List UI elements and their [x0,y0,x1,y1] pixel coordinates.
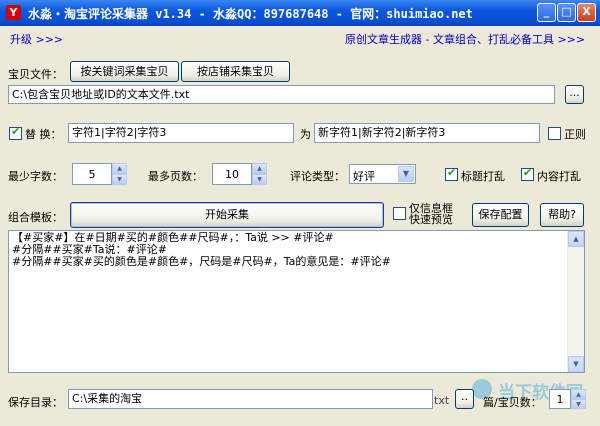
title-shuffle-label: 标题打乱 [461,170,505,183]
replace-from-input[interactable]: 字符1|字符2|字符3 [68,123,294,143]
comment-type-select[interactable]: 好评 ▼ [349,164,416,184]
upgrade-link[interactable]: 升级 >>> [10,31,63,47]
scroll-up-icon[interactable]: ▲ [568,231,584,247]
regex-checkbox[interactable] [548,127,561,140]
max-pages-label: 最多页数： [148,170,203,183]
comment-type-label: 评论类型： [290,170,345,183]
replace-to-label: 为 [300,128,311,141]
regex-label: 正则 [564,128,586,141]
title-shuffle-checkbox[interactable] [445,166,458,181]
template-line: #分隔##买家#买的颜色是#颜色#，尺码是#尺码#，Ta的意见是：#评论# [12,255,391,268]
chevron-down-icon[interactable]: ▼ [398,166,414,182]
maximize-button[interactable]: □ [557,3,576,22]
baobei-file-path-input[interactable]: C:\包含宝贝地址或ID的文本文件.txt [8,85,555,104]
replace-checkbox[interactable] [9,125,22,140]
app-icon: Y [6,5,21,20]
info-only-label: 仅信息框 快速预览 [409,203,453,225]
template-textarea[interactable]: 【#买家#】在#日期#买的#颜色##尺码#，：Ta说 >> #评论# #分隔##… [8,230,585,373]
main-window: Y 水淼・淘宝评论采集器 v1.34 - 水淼QQ：897687648 - 官网… [0,0,600,426]
scroll-down-icon[interactable]: ▼ [568,356,584,372]
save-dir-input[interactable]: C:\采集的淘宝 [68,389,433,409]
max-pages-input[interactable]: 10 [212,163,252,185]
save-dir-label: 保存目录： [8,396,63,409]
close-button[interactable]: X [577,3,596,22]
article-generator-link[interactable]: 原创文章生成器 - 文章组合、打乱必备工具 >>> [345,31,585,47]
min-chars-label: 最少字数： [8,170,63,183]
replace-to-input[interactable]: 新字符1|新字符2|新字符3 [314,123,540,143]
stepper-up-icon[interactable]: ▲ [112,163,127,174]
stepper-down-icon[interactable]: ▼ [112,174,127,185]
min-chars-stepper[interactable]: ▲ ▼ [112,163,127,185]
stepper-up-icon[interactable]: ▲ [571,389,586,399]
info-only-label-line2: 快速预览 [409,213,453,226]
per-file-input[interactable]: 1 [549,389,571,409]
keyword-collect-button[interactable]: 按关键词采集宝贝 [70,61,179,82]
title-bar: Y 水淼・淘宝评论采集器 v1.34 - 水淼QQ：897687648 - 官网… [0,0,600,26]
start-collect-button[interactable]: 开始采集 [70,202,384,228]
baobei-file-browse-button[interactable]: ... [565,85,584,104]
comment-type-value: 好评 [353,170,375,183]
template-label: 组合模板： [8,211,63,224]
minimize-button[interactable]: _ [537,3,556,22]
min-chars-value: 5 [88,168,96,181]
per-file-value: 1 [556,393,564,406]
max-pages-value: 10 [225,168,239,181]
stepper-down-icon[interactable]: ▼ [252,174,267,185]
content-shuffle-label: 内容打乱 [537,170,581,183]
stepper-down-icon[interactable]: ▼ [571,399,586,409]
info-only-checkbox[interactable] [393,207,406,220]
shop-collect-button[interactable]: 按店铺采集宝贝 [181,61,290,82]
content-shuffle-checkbox[interactable] [521,166,534,181]
help-button[interactable]: 帮助? [540,203,584,227]
template-scrollbar[interactable]: ▲ ▼ [567,231,584,372]
save-ext-label: txt [434,394,450,407]
window-title: 水淼・淘宝评论采集器 v1.34 - 水淼QQ：897687648 - 官网：s… [28,7,473,21]
save-config-button[interactable]: 保存配置 [472,203,529,227]
save-dir-browse-button[interactable]: .. [455,389,474,409]
per-file-stepper[interactable]: ▲ ▼ [571,389,586,409]
per-file-label: 篇/宝贝数： [483,396,542,409]
stepper-up-icon[interactable]: ▲ [252,163,267,174]
baobei-file-label: 宝贝文件： [8,68,63,81]
min-chars-input[interactable]: 5 [72,163,112,185]
replace-label: 替 换： [25,128,62,141]
max-pages-stepper[interactable]: ▲ ▼ [252,163,267,185]
